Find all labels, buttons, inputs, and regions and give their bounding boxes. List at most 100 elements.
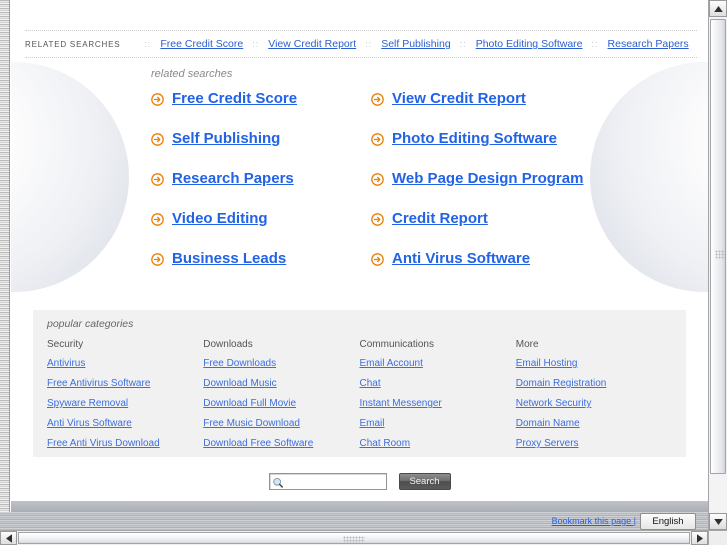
language-select[interactable]: English xyxy=(640,512,696,530)
category-link[interactable]: Antivirus xyxy=(47,358,203,369)
related-search-item-credit-report[interactable]: Credit Report xyxy=(371,210,591,227)
related-search-item-free-credit-score[interactable]: Free Credit Score xyxy=(151,90,371,107)
related-search-link[interactable]: Web Page Design Program xyxy=(392,170,583,187)
related-search-link[interactable]: View Credit Report xyxy=(392,90,526,107)
related-search-link[interactable]: Research Papers xyxy=(172,170,294,187)
topstrip-link-research-papers[interactable]: Research Papers xyxy=(608,38,689,50)
vertical-scrollbar[interactable] xyxy=(708,0,727,530)
category-link[interactable]: Email Account xyxy=(360,358,516,369)
category-link[interactable]: Proxy Servers xyxy=(516,438,672,449)
category-title: Downloads xyxy=(203,339,253,350)
related-searches-strip: RELATED SEARCHES :: Free Credit Score ::… xyxy=(25,30,697,58)
related-searches-strip-label: RELATED SEARCHES xyxy=(25,39,121,49)
vertical-scrollbar-thumb[interactable] xyxy=(710,19,726,474)
related-search-item-research-papers[interactable]: Research Papers xyxy=(151,170,371,187)
topstrip-link-view-credit-report[interactable]: View Credit Report xyxy=(268,38,356,50)
category-link[interactable]: Free Downloads xyxy=(203,358,359,369)
category-link[interactable]: Instant Messenger xyxy=(360,398,516,409)
category-link[interactable]: Free Music Download xyxy=(203,418,359,429)
category-link[interactable]: Anti Virus Software xyxy=(47,418,203,429)
category-link[interactable]: Chat xyxy=(360,378,516,389)
circle-arrow-right-icon xyxy=(151,173,164,186)
circle-arrow-right-icon xyxy=(371,213,384,226)
category-link[interactable]: Download Free Software xyxy=(203,438,359,449)
separator: :: xyxy=(591,39,599,49)
triangle-up-icon xyxy=(713,5,723,12)
related-search-item-view-credit-report[interactable]: View Credit Report xyxy=(371,90,591,107)
page-bottom-band xyxy=(11,500,708,512)
search-row: Search xyxy=(11,473,708,490)
related-search-link[interactable]: Self Publishing xyxy=(172,130,280,147)
category-link[interactable]: Email xyxy=(360,418,516,429)
topstrip-link-photo-editing-software[interactable]: Photo Editing Software xyxy=(476,38,583,50)
scrollbar-corner xyxy=(708,530,727,545)
topstrip-link-free-credit-score[interactable]: Free Credit Score xyxy=(160,38,243,50)
category-link[interactable]: Free Antivirus Software xyxy=(47,378,203,389)
page-content: RELATED SEARCHES :: Free Credit Score ::… xyxy=(11,0,708,512)
category-column-communications: Communications Email Account Chat Instan… xyxy=(360,339,516,458)
separator: :: xyxy=(365,39,373,49)
separator: :: xyxy=(252,39,260,49)
related-search-link[interactable]: Anti Virus Software xyxy=(392,250,530,267)
related-search-item-anti-virus-software[interactable]: Anti Virus Software xyxy=(371,250,591,267)
category-link[interactable]: Domain Name xyxy=(516,418,672,429)
related-search-link[interactable]: Free Credit Score xyxy=(172,90,297,107)
category-link[interactable]: Free Anti Virus Download xyxy=(47,438,203,449)
category-link[interactable]: Email Hosting xyxy=(516,358,672,369)
category-column-security: Security Antivirus Free Antivirus Softwa… xyxy=(47,339,203,458)
scroll-up-button[interactable] xyxy=(709,0,727,17)
horizontal-scrollbar[interactable] xyxy=(0,530,727,545)
horizontal-scrollbar-thumb[interactable] xyxy=(18,532,690,544)
popular-categories-columns: Security Antivirus Free Antivirus Softwa… xyxy=(47,339,672,458)
separator: :: xyxy=(144,39,152,49)
scrollbar-grip xyxy=(715,250,725,259)
related-search-link[interactable]: Credit Report xyxy=(392,210,488,227)
scroll-left-button[interactable] xyxy=(0,531,17,545)
scroll-down-button[interactable] xyxy=(709,513,727,530)
related-searches-row: Business Leads Anti Virus Software xyxy=(151,250,651,290)
related-search-item-business-leads[interactable]: Business Leads xyxy=(151,250,371,267)
status-bar: Bookmark this page | English xyxy=(0,512,708,530)
category-link[interactable]: Download Full Movie xyxy=(203,398,359,409)
popular-categories-panel: popular categories Security Antivirus Fr… xyxy=(33,310,686,457)
related-search-link[interactable]: Video Editing xyxy=(172,210,268,227)
search-box[interactable] xyxy=(268,473,388,490)
category-link[interactable]: Spyware Removal xyxy=(47,398,203,409)
circle-arrow-right-icon xyxy=(151,93,164,106)
related-search-item-photo-editing-software[interactable]: Photo Editing Software xyxy=(371,130,591,147)
related-searches-row: Video Editing Credit Report xyxy=(151,210,651,250)
scroll-right-button[interactable] xyxy=(691,531,708,545)
category-link[interactable]: Download Music xyxy=(203,378,359,389)
magnifier-icon xyxy=(272,476,284,488)
topstrip-link-self-publishing[interactable]: Self Publishing xyxy=(381,38,450,50)
circle-arrow-right-icon xyxy=(151,133,164,146)
related-searches-row: Research Papers Web Page Design Program xyxy=(151,170,651,210)
category-title: Security xyxy=(47,339,84,350)
related-search-link[interactable]: Photo Editing Software xyxy=(392,130,557,147)
search-input[interactable] xyxy=(285,475,388,488)
search-button[interactable]: Search xyxy=(398,473,451,490)
category-title: More xyxy=(515,339,539,350)
related-search-item-web-page-design-program[interactable]: Web Page Design Program xyxy=(371,170,591,187)
related-searches-heading: related searches xyxy=(151,68,233,80)
related-searches-grid: Free Credit Score View Credit Report Sel… xyxy=(151,90,651,290)
sphere-decoration-left xyxy=(11,62,129,292)
scrollbar-grip xyxy=(343,536,365,543)
related-searches-row: Free Credit Score View Credit Report xyxy=(151,90,651,130)
related-searches-row: Self Publishing Photo Editing Software xyxy=(151,130,651,170)
related-search-item-self-publishing[interactable]: Self Publishing xyxy=(151,130,371,147)
related-search-item-video-editing[interactable]: Video Editing xyxy=(151,210,371,227)
category-link[interactable]: Domain Registration xyxy=(516,378,672,389)
circle-arrow-right-icon xyxy=(371,93,384,106)
bookmark-this-page-link[interactable]: Bookmark this page | xyxy=(552,516,636,526)
circle-arrow-right-icon xyxy=(371,173,384,186)
related-search-link[interactable]: Business Leads xyxy=(172,250,286,267)
popular-categories-heading: popular categories xyxy=(47,318,134,330)
category-link[interactable]: Chat Room xyxy=(360,438,516,449)
category-link[interactable]: Network Security xyxy=(516,398,672,409)
left-gutter-decoration xyxy=(0,0,10,527)
triangle-left-icon xyxy=(5,533,12,543)
circle-arrow-right-icon xyxy=(371,133,384,146)
circle-arrow-right-icon xyxy=(151,253,164,266)
category-title: Communications xyxy=(359,339,434,350)
